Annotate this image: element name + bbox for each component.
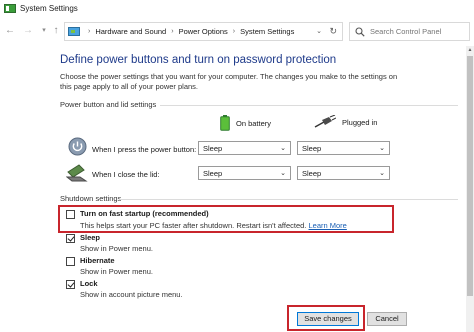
sleep-title: Sleep [80, 233, 101, 242]
power-button-row-label: When I press the power button: [92, 145, 197, 154]
breadcrumb-separator: › [88, 28, 91, 35]
column-header-plugged: Plugged in [314, 115, 377, 129]
back-arrow-icon[interactable]: ← [4, 25, 16, 37]
section-divider [120, 199, 458, 200]
column-label-plugged: Plugged in [342, 117, 378, 127]
power-button-battery-select[interactable]: Sleep ⌄ [198, 141, 291, 155]
address-dropdown-icon[interactable]: ⌄ [316, 27, 322, 35]
column-label-battery: On battery [236, 118, 272, 128]
breadcrumb-power-options[interactable]: Power Options [179, 27, 228, 36]
hibernate-checkbox[interactable] [66, 257, 75, 266]
sleep-description: Show in Power menu. [80, 244, 153, 253]
battery-icon [220, 115, 230, 131]
hibernate-title: Hibernate [80, 256, 115, 265]
power-section-label: Power button and lid settings [60, 100, 157, 109]
lid-battery-select[interactable]: Sleep ⌄ [198, 166, 291, 180]
lid-row-label: When I close the lid: [92, 170, 160, 179]
chevron-down-icon: ⌄ [280, 145, 286, 152]
sleep-checkbox[interactable] [66, 234, 75, 243]
fast-startup-highlight [58, 205, 394, 233]
select-value: Sleep [203, 168, 223, 178]
lock-title: Lock [80, 279, 98, 288]
search-input[interactable] [370, 27, 465, 36]
recent-locations-chevron-icon[interactable]: ▾ [38, 25, 50, 37]
page-heading: Define power buttons and turn on passwor… [60, 54, 337, 66]
breadcrumb-separator: › [232, 28, 236, 35]
column-header-battery: On battery [220, 115, 271, 131]
hibernate-option[interactable]: Hibernate [66, 256, 115, 266]
plug-icon [314, 115, 336, 128]
power-options-icon [4, 3, 16, 13]
chevron-down-icon: ⌄ [379, 170, 385, 177]
select-value: Sleep [203, 143, 223, 153]
power-button-icon [68, 137, 87, 156]
scroll-thumb[interactable] [467, 56, 473, 296]
hibernate-description: Show in Power menu. [80, 267, 153, 276]
chevron-down-icon: ⌄ [280, 170, 286, 177]
laptop-lid-icon [66, 164, 88, 182]
page-intro: Choose the power settings that you want … [60, 72, 398, 91]
breadcrumb-system-settings[interactable]: System Settings [240, 27, 294, 36]
chevron-down-icon: ⌄ [379, 145, 385, 152]
breadcrumb-hardware-and-sound[interactable]: Hardware and Sound [95, 27, 166, 36]
save-button-highlight [287, 305, 365, 331]
sleep-option[interactable]: Sleep [66, 233, 100, 243]
scroll-up-arrow-icon[interactable]: ▲ [466, 46, 474, 54]
window-title: System Settings [20, 4, 78, 13]
lock-checkbox[interactable] [66, 280, 75, 289]
lid-plugged-select[interactable]: Sleep ⌄ [297, 166, 390, 180]
power-button-plugged-select[interactable]: Sleep ⌄ [297, 141, 390, 155]
up-arrow-icon[interactable]: ↑ [50, 25, 62, 37]
vertical-scrollbar[interactable]: ▲ [466, 46, 474, 332]
search-icon [355, 26, 365, 37]
forward-arrow-icon[interactable]: → [22, 25, 34, 37]
select-value: Sleep [302, 143, 322, 153]
section-divider [160, 105, 458, 106]
refresh-icon[interactable]: ↻ [329, 26, 337, 37]
lock-option[interactable]: Lock [66, 279, 98, 289]
navigation-bar: ← → ▾ ↑ › Hardware and Sound › Power Opt… [0, 21, 474, 43]
select-value: Sleep [302, 168, 322, 178]
cancel-button[interactable]: Cancel [367, 312, 407, 326]
search-box[interactable] [349, 22, 470, 41]
control-panel-icon [68, 27, 80, 36]
address-bar[interactable]: › Hardware and Sound › Power Options › S… [64, 22, 343, 41]
shutdown-section-label: Shutdown settings [60, 194, 122, 203]
title-bar: System Settings [0, 0, 474, 17]
lock-description: Show in account picture menu. [80, 290, 183, 299]
breadcrumb-separator: › [171, 28, 174, 35]
